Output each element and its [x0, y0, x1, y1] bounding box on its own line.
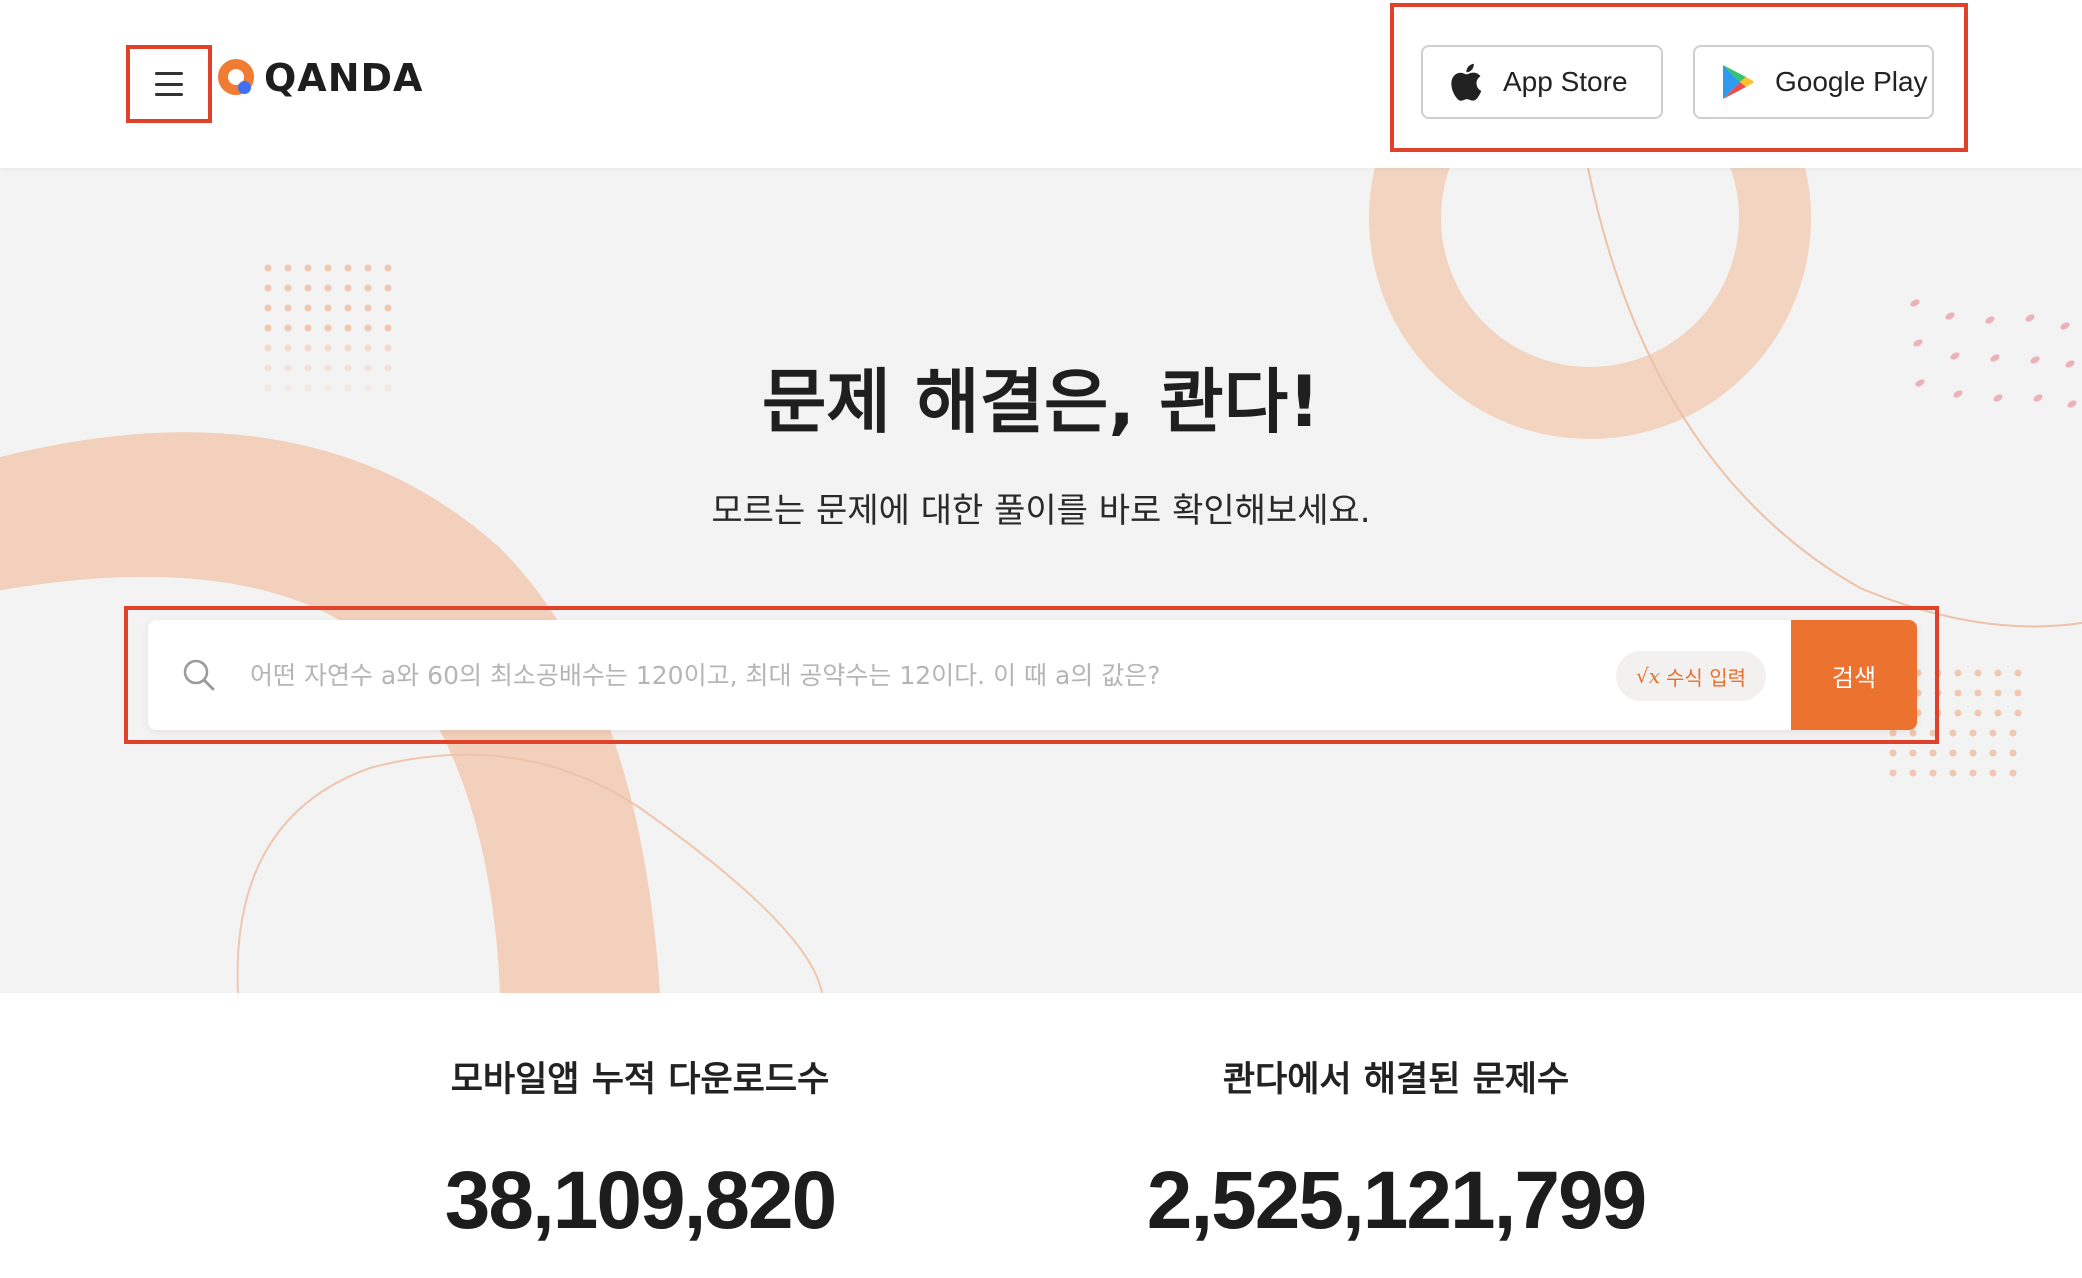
search-icon [182, 658, 216, 692]
search-bar-frame: √x 수식 입력 검색 [124, 606, 1939, 744]
hamburger-menu-icon [155, 72, 183, 96]
hero-title: 문제 해결은, 콴다! [761, 361, 1321, 443]
google-play-button[interactable]: Google Play [1693, 45, 1934, 119]
apple-icon [1445, 61, 1487, 103]
search-bar: √x 수식 입력 검색 [148, 620, 1917, 730]
stats-section: 모바일앱 누적 다운로드수 38,109,820 콴다에서 해결된 문제수 2,… [0, 993, 2082, 1278]
search-input[interactable] [250, 645, 1520, 705]
formula-input-label: 수식 입력 [1666, 665, 1746, 690]
app-store-button[interactable]: App Store [1421, 45, 1663, 119]
top-header: QANDA App Store Google Play [0, 0, 2082, 168]
hamburger-menu-button[interactable] [126, 45, 212, 123]
google-play-label: Google Play [1775, 66, 1928, 97]
google-play-icon [1717, 61, 1759, 103]
search-button[interactable]: 검색 [1791, 620, 1917, 730]
qanda-logo-icon [218, 59, 256, 97]
stat-solved-problems: 콴다에서 해결된 문제수 2,525,121,799 [1096, 1051, 1696, 1248]
stat-downloads: 모바일앱 누적 다운로드수 38,109,820 [340, 1051, 940, 1248]
stat-value: 2,525,121,799 [1146, 1155, 1647, 1246]
stat-label: 모바일앱 누적 다운로드수 [450, 1060, 830, 1100]
background-decoration [0, 168, 2082, 993]
formula-input-button[interactable]: √x 수식 입력 [1616, 651, 1766, 701]
hero-section: 문제 해결은, 콴다! 모르는 문제에 대한 풀이를 바로 확인해보세요. √x… [0, 168, 2082, 993]
qanda-logo[interactable]: QANDA [218, 55, 423, 101]
store-buttons-group: App Store Google Play [1390, 3, 1968, 152]
logo-text: QANDA [264, 56, 424, 100]
square-root-icon: √x [1636, 664, 1661, 688]
hero-subtitle: 모르는 문제에 대한 풀이를 바로 확인해보세요. [711, 491, 1371, 531]
stat-value: 38,109,820 [444, 1155, 837, 1246]
stat-label: 콴다에서 해결된 문제수 [1222, 1060, 1570, 1100]
app-store-label: App Store [1503, 66, 1628, 97]
